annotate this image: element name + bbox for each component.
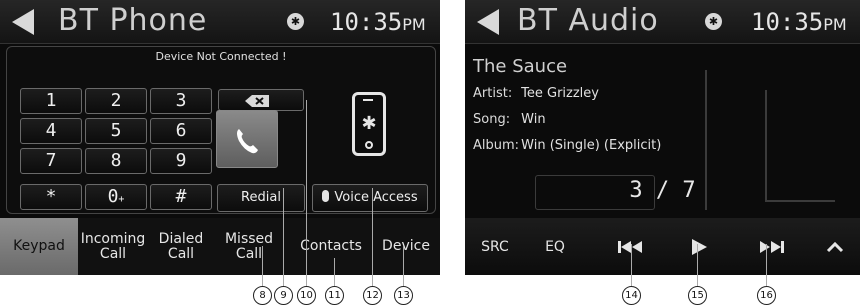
- callout-9: 9: [274, 286, 293, 305]
- redial-button[interactable]: Redial: [217, 184, 305, 212]
- play-icon: [692, 238, 707, 255]
- song-title: The Sauce: [473, 56, 568, 77]
- tab-bar: Keypad Incoming Call Dialed Call Missed …: [0, 218, 440, 275]
- tab-dialed-call[interactable]: Dialed Call: [148, 218, 214, 275]
- key-1[interactable]: 1: [20, 88, 82, 114]
- callout-line: [403, 246, 404, 286]
- clock: 10:35PM: [330, 8, 426, 36]
- tab-missed-call[interactable]: Missed Call: [216, 218, 282, 275]
- chevron-up-icon: [826, 241, 843, 252]
- callout-line: [334, 258, 335, 286]
- playback-controls: SRC EQ: [465, 218, 860, 275]
- callout-16: 16: [757, 286, 776, 305]
- clock-suffix: PM: [823, 15, 847, 34]
- page-title: BT Audio: [517, 3, 659, 38]
- clock-time: 10:35: [751, 8, 824, 36]
- callout-line: [306, 100, 307, 286]
- key-9[interactable]: 9: [150, 148, 212, 174]
- eq-button[interactable]: EQ: [525, 218, 585, 275]
- header-bar: BT Phone ✱ 10:35PM: [0, 0, 440, 44]
- src-button[interactable]: SRC: [465, 218, 525, 275]
- album-value: Win (Single) (Explicit): [521, 138, 662, 153]
- album-row: Album: Win (Single) (Explicit): [473, 138, 661, 153]
- key-6[interactable]: 6: [150, 118, 212, 144]
- bluetooth-icon: ✱: [287, 13, 304, 30]
- clock-suffix: PM: [402, 15, 426, 34]
- back-arrow-icon[interactable]: [12, 9, 34, 35]
- callout-line: [372, 188, 373, 286]
- play-button[interactable]: [669, 218, 729, 275]
- key-star[interactable]: *: [20, 184, 82, 210]
- voice-access-button[interactable]: Voice Access: [312, 184, 428, 212]
- callout-10: 10: [297, 286, 316, 305]
- call-button[interactable]: [216, 110, 278, 168]
- key-8[interactable]: 8: [85, 148, 147, 174]
- key-7[interactable]: 7: [20, 148, 82, 174]
- bluetooth-symbol-icon: ✱: [361, 113, 377, 134]
- song-row: Song: Win: [473, 112, 546, 127]
- bluetooth-icon: ✱: [705, 13, 722, 30]
- clock-time: 10:35: [330, 8, 403, 36]
- callout-14: 14: [622, 286, 641, 305]
- key-hash[interactable]: #: [150, 184, 212, 210]
- key-0[interactable]: 0+: [85, 184, 147, 210]
- tab-keypad[interactable]: Keypad: [0, 218, 78, 275]
- tab-contacts[interactable]: Contacts: [292, 218, 370, 275]
- backspace-icon: [245, 95, 269, 107]
- tab-device[interactable]: Device: [372, 218, 440, 275]
- expand-button[interactable]: [809, 218, 860, 275]
- key-2[interactable]: 2: [85, 88, 147, 114]
- microphone-icon: [322, 190, 330, 202]
- song-value: Win: [521, 112, 546, 127]
- callout-8: 8: [253, 286, 272, 305]
- key-3[interactable]: 3: [150, 88, 212, 114]
- callout-line: [697, 244, 698, 286]
- callout-11: 11: [325, 286, 344, 305]
- header-bar: BT Audio ✱ 10:35PM: [465, 0, 860, 44]
- artist-row: Artist: Tee Grizzley: [473, 86, 599, 101]
- callout-line: [262, 246, 263, 286]
- backspace-button[interactable]: [218, 89, 304, 111]
- track-counter: 3 / 7: [629, 178, 696, 203]
- bt-audio-screen: BT Audio ✱ 10:35PM The Sauce Artist: Tee…: [465, 0, 860, 275]
- page-title: BT Phone: [58, 3, 208, 38]
- key-4[interactable]: 4: [20, 118, 82, 144]
- connection-status: Device Not Connected !: [155, 50, 287, 63]
- callout-line: [766, 244, 767, 286]
- artist-value: Tee Grizzley: [521, 86, 599, 101]
- next-button[interactable]: [733, 218, 809, 275]
- skip-next-icon: [760, 240, 784, 253]
- artist-label: Artist:: [473, 86, 513, 101]
- callout-line: [283, 188, 284, 286]
- device-phone-icon: ✱: [352, 92, 386, 156]
- back-arrow-icon[interactable]: [477, 9, 499, 35]
- key-5[interactable]: 5: [85, 118, 147, 144]
- callout-13: 13: [394, 286, 413, 305]
- callout-15: 15: [688, 286, 707, 305]
- bt-phone-screen: BT Phone ✱ 10:35PM Device Not Connected …: [0, 0, 440, 275]
- callout-line: [631, 244, 632, 286]
- song-label: Song:: [473, 112, 511, 127]
- phone-handset-icon: [237, 129, 258, 154]
- clock: 10:35PM: [751, 8, 847, 36]
- callout-12: 12: [363, 286, 382, 305]
- album-label: Album:: [473, 138, 520, 153]
- tab-incoming-call[interactable]: Incoming Call: [80, 218, 146, 275]
